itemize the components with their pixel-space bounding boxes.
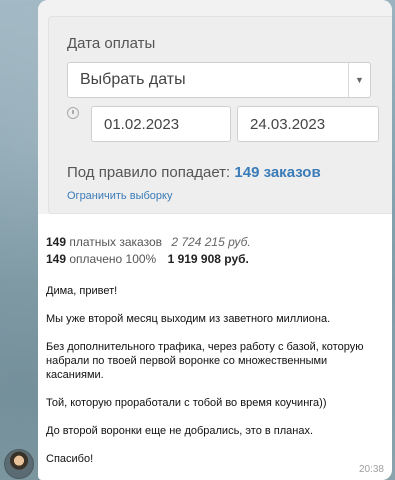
message-paragraph: Той, которую проработали с тобой во врем…	[46, 397, 327, 409]
limit-selection-link[interactable]: Ограничить выборку	[67, 190, 392, 202]
date-from-value: 01.02.2023	[104, 115, 180, 133]
date-range-row: 01.02.2023 24.03.2023	[67, 106, 392, 142]
message-timestamp: 20:38	[358, 464, 384, 475]
rule-prefix: Под правило попадает:	[67, 164, 231, 181]
message-paragraph: Спасибо!	[46, 453, 94, 465]
date-from-field[interactable]: 01.02.2023	[91, 106, 231, 142]
embedded-screenshot[interactable]: Дата оплаты Выбрать даты ▼ 01.02.2023 24…	[38, 0, 392, 214]
date-select-value: Выбрать даты	[80, 71, 186, 88]
date-to-value: 24.03.2023	[250, 115, 326, 133]
message-paragraph: Без дополнительного трафика, через работ…	[46, 341, 364, 381]
order-stats: 149 платных заказов 2 724 215 руб. 149 о…	[46, 234, 384, 268]
message-paragraph: Дима, привет!	[46, 285, 118, 297]
payment-date-filter-panel: Дата оплаты Выбрать даты ▼ 01.02.2023 24…	[48, 16, 392, 214]
message-paragraph: До второй воронки еще не добрались, это …	[46, 425, 314, 437]
fully-paid-amount: 1 919 908 руб.	[167, 252, 249, 266]
paid-orders-label: платных заказов	[69, 235, 163, 249]
fully-paid-count: 149	[46, 252, 67, 266]
paid-orders-amount: 2 724 215 руб.	[171, 235, 251, 249]
chevron-down-icon[interactable]: ▼	[348, 63, 370, 97]
paid-orders-count: 149	[46, 235, 67, 249]
fully-paid-label: оплачено 100%	[69, 252, 157, 266]
message-body: 149 платных заказов 2 724 215 руб. 149 о…	[38, 214, 392, 480]
rule-order-count: 149 заказов	[234, 164, 321, 181]
rule-summary: Под правило попадает: 149 заказов	[67, 164, 392, 181]
sender-avatar[interactable]	[4, 449, 34, 479]
message-bubble: Дата оплаты Выбрать даты ▼ 01.02.2023 24…	[38, 0, 392, 480]
clock-icon	[67, 107, 79, 119]
stats-row-paid: 149 платных заказов 2 724 215 руб.	[46, 234, 384, 251]
payment-date-label: Дата оплаты	[67, 35, 156, 52]
message-paragraph: Мы уже второй месяц выходим из заветного…	[46, 313, 331, 325]
message-text: Дима, привет! Мы уже второй месяц выходи…	[46, 284, 384, 466]
date-select-dropdown[interactable]: Выбрать даты ▼	[67, 62, 371, 98]
date-to-field[interactable]: 24.03.2023	[237, 106, 379, 142]
stats-row-fully-paid: 149 оплачено 100% 1 919 908 руб.	[46, 251, 384, 268]
